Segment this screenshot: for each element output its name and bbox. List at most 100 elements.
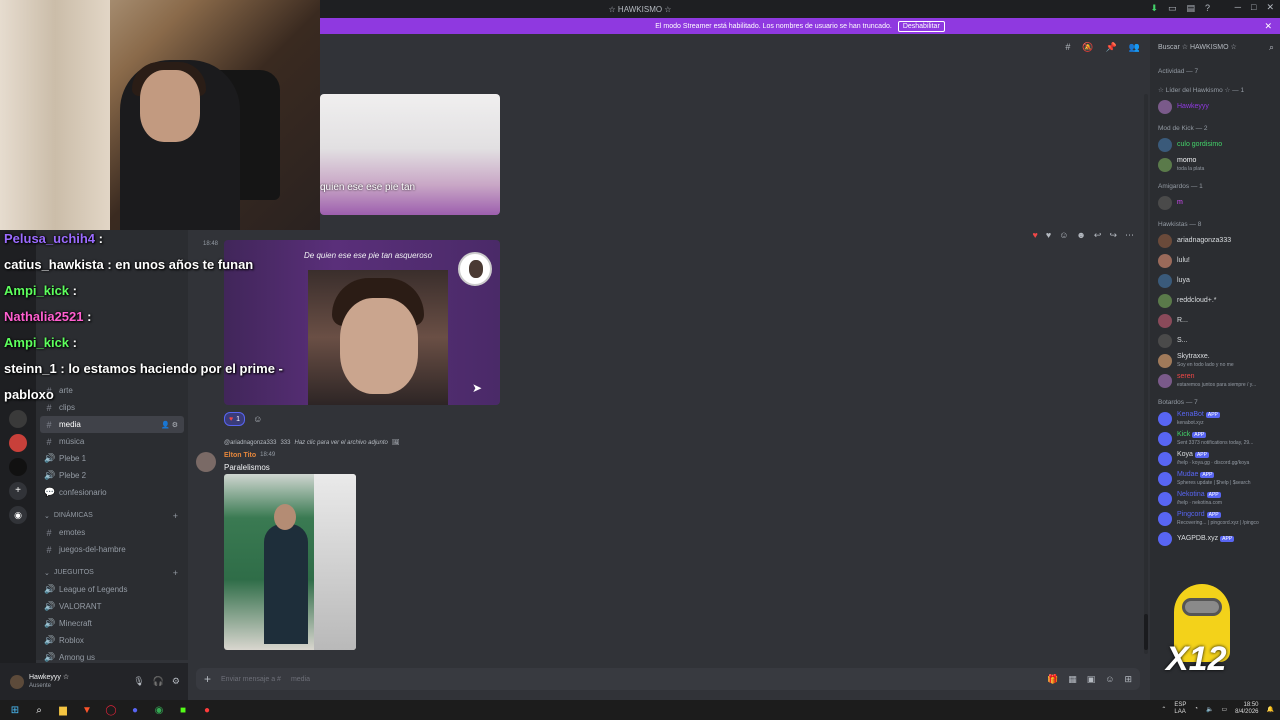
- category-jueguitos[interactable]: ⌄ JUEGUITOS +: [36, 564, 188, 581]
- close-icon[interactable]: ✕: [1266, 2, 1274, 13]
- channel-roblox[interactable]: 🔊 Roblox: [36, 632, 188, 649]
- obs-icon[interactable]: ●: [201, 704, 213, 716]
- minimize-icon[interactable]: ─: [1235, 2, 1241, 13]
- help-icon[interactable]: ?: [1205, 3, 1210, 14]
- more-icon[interactable]: ⋯: [1125, 230, 1134, 241]
- avatar[interactable]: [196, 452, 216, 472]
- add-attachment-icon[interactable]: +: [204, 672, 211, 686]
- channel-emotes[interactable]: # emotes: [36, 524, 188, 541]
- channel-plebe-1[interactable]: 🔊 Plebe 1: [36, 450, 188, 467]
- reply-preview[interactable]: @ariadnagonza333 333 Haz clic para ver e…: [224, 439, 400, 447]
- forward-icon[interactable]: ↪: [1109, 230, 1117, 241]
- gear-icon[interactable]: ⚙: [172, 676, 180, 687]
- previous-image[interactable]: quien ese ese pie tan: [320, 94, 500, 215]
- disable-streamer-button[interactable]: Deshabilitar: [897, 20, 945, 32]
- microphone-icon[interactable]: 🎙: [133, 676, 144, 687]
- member-item[interactable]: Kick APP Sent 3373 notifications today, 29…: [1150, 429, 1280, 449]
- message-composer[interactable]: + Enviar mensaje a # media 🎁 ▦ ▣ ☺ ⊞: [196, 668, 1140, 690]
- pin-icon[interactable]: 📌: [1106, 42, 1117, 53]
- server-icon[interactable]: [9, 434, 27, 452]
- search-icon[interactable]: ⌕: [1269, 42, 1274, 53]
- kick-icon[interactable]: ■: [177, 704, 189, 716]
- scrollbar-thumb[interactable]: [1144, 614, 1148, 650]
- server-icon[interactable]: [9, 458, 27, 476]
- member-item[interactable]: Skytraxxe. Soy en todo lado y no me: [1150, 351, 1280, 371]
- volume-icon[interactable]: 🔈: [1206, 706, 1213, 713]
- explore-icon[interactable]: ◉: [9, 506, 27, 524]
- search-icon[interactable]: ⌕: [33, 704, 45, 716]
- user-info[interactable]: Hawkeyyy ☆ Ausente: [29, 673, 69, 691]
- channel-plebe-2[interactable]: 🔊 Plebe 2: [36, 467, 188, 484]
- message-author[interactable]: Elton Tito: [224, 452, 256, 459]
- threads-icon[interactable]: #: [1065, 42, 1070, 52]
- reply-icon[interactable]: ↩: [1094, 230, 1102, 241]
- discord-icon[interactable]: ●: [129, 704, 141, 716]
- notifications-icon[interactable]: 🔔: [1267, 706, 1274, 713]
- chevron-up-icon[interactable]: ⌃: [1161, 706, 1166, 713]
- category-dinamicas[interactable]: ⌄ DINÁMICAS +: [36, 507, 188, 524]
- heart-icon[interactable]: ♥: [1033, 230, 1038, 241]
- add-server-icon[interactable]: +: [9, 482, 27, 500]
- add-reaction-icon[interactable]: ☺: [253, 414, 262, 424]
- lang-indicator[interactable]: ESP LAA: [1174, 702, 1186, 716]
- scrollbar[interactable]: [1144, 94, 1148, 654]
- member-item[interactable]: reddcloud+.*: [1150, 291, 1280, 311]
- close-icon[interactable]: ✕: [1264, 21, 1272, 32]
- channel-juegos-del-hambre[interactable]: # juegos-del-hambre: [36, 541, 188, 558]
- wifi-icon[interactable]: ◔: [1194, 706, 1198, 712]
- clock[interactable]: 18:50 8/4/2026: [1235, 702, 1258, 716]
- reaction-heart[interactable]: ♥ 1: [224, 412, 246, 426]
- member-item[interactable]: Mudae APP Spheres update | $help | $search: [1150, 469, 1280, 489]
- member-item[interactable]: KenaBot APP kenabot.xyz: [1150, 409, 1280, 429]
- invite-icon[interactable]: 👤: [161, 422, 170, 429]
- channel-m-sica[interactable]: # música: [36, 433, 188, 450]
- apps-icon[interactable]: ⊞: [1124, 674, 1132, 685]
- battery-icon[interactable]: ▭: [1221, 706, 1227, 713]
- member-item[interactable]: culo gordisimo: [1150, 135, 1280, 155]
- emoji-icon[interactable]: ☺: [1105, 674, 1114, 685]
- member-item[interactable]: seren estaremos juntos para siempre / y..…: [1150, 371, 1280, 391]
- member-item[interactable]: R...: [1150, 311, 1280, 331]
- member-item[interactable]: Koya APP/help · koya.gg · discord.gg/koya: [1150, 449, 1280, 469]
- member-item[interactable]: S...: [1150, 331, 1280, 351]
- add-reaction-icon[interactable]: ☻: [1076, 230, 1085, 241]
- add-channel-icon[interactable]: +: [173, 511, 178, 521]
- members-icon[interactable]: 👥: [1129, 42, 1140, 53]
- channel-minecraft[interactable]: 🔊 Minecraft: [36, 615, 188, 632]
- gear-icon[interactable]: ⚙: [172, 422, 178, 429]
- member-item[interactable]: momo toda la plata: [1150, 155, 1280, 175]
- chrome-icon[interactable]: ◉: [153, 704, 165, 716]
- opera-icon[interactable]: ◯: [105, 704, 117, 716]
- channel-league-of-legends[interactable]: 🔊 League of Legends: [36, 581, 188, 598]
- inbox-icon[interactable]: ▤: [1186, 3, 1195, 14]
- emoji-icon[interactable]: ☺: [1059, 230, 1068, 241]
- mute-icon[interactable]: 🔕: [1082, 42, 1093, 53]
- member-item[interactable]: ariadnagonza333: [1150, 231, 1280, 251]
- heart-icon[interactable]: ♥: [1046, 230, 1051, 241]
- brave-icon[interactable]: ▼: [81, 704, 93, 716]
- add-channel-icon[interactable]: +: [173, 568, 178, 578]
- file-explorer-icon[interactable]: ▆: [57, 704, 69, 716]
- download-icon[interactable]: ⬇: [1150, 3, 1158, 14]
- inbox-icon[interactable]: ▭: [1168, 3, 1177, 14]
- channel-media[interactable]: # media 👤 ⚙: [40, 416, 184, 433]
- avatar[interactable]: [10, 674, 24, 689]
- member-item[interactable]: Hawkeyyy: [1150, 97, 1280, 117]
- member-item[interactable]: luya: [1150, 271, 1280, 291]
- maximize-icon[interactable]: □: [1251, 2, 1256, 13]
- member-item[interactable]: Nekotina APP/help · nekotina.com: [1150, 489, 1280, 509]
- channel-confesionario[interactable]: 💬 confesionario: [36, 484, 188, 501]
- message-image[interactable]: [224, 474, 356, 650]
- headphones-icon[interactable]: 🎧: [153, 676, 164, 687]
- member-item[interactable]: lulu!: [1150, 251, 1280, 271]
- gift-icon[interactable]: 🎁: [1047, 674, 1058, 685]
- member-item[interactable]: Pingcord APP Recovering... | pingcord.xyz …: [1150, 509, 1280, 529]
- server-icon[interactable]: [9, 410, 27, 428]
- channel-valorant[interactable]: 🔊 VALORANT: [36, 598, 188, 615]
- windows-start-icon[interactable]: ⊞: [9, 704, 21, 716]
- member-search[interactable]: Buscar ☆ HAWKISMO ☆ ⌕: [1150, 34, 1280, 60]
- member-item[interactable]: m: [1150, 193, 1280, 213]
- gif-icon[interactable]: ▦: [1068, 674, 1077, 685]
- member-item[interactable]: YAGPDB.xyz APP: [1150, 529, 1280, 549]
- sticker-icon[interactable]: ▣: [1087, 674, 1096, 685]
